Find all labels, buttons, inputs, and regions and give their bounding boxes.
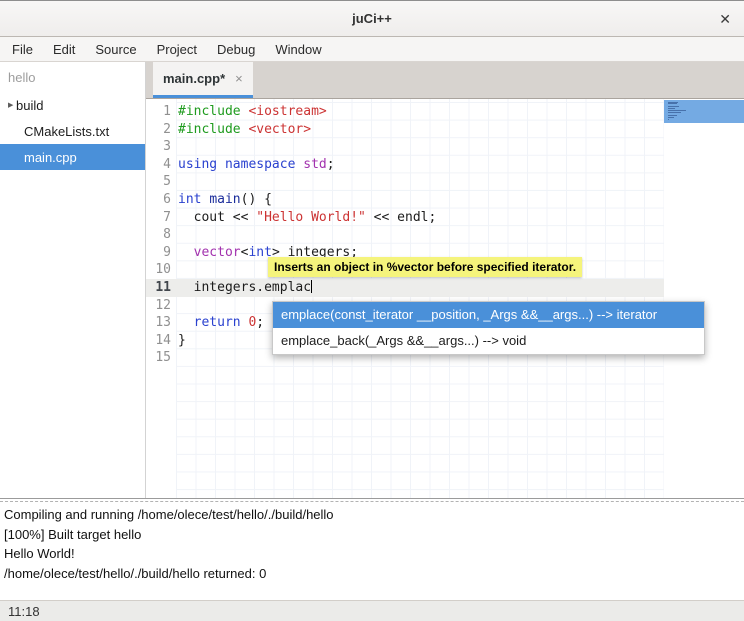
line-number: 9 [146, 244, 176, 262]
status-bar: 11:18 [0, 600, 744, 621]
main-area: hello ▶build CMakeLists.txt main.cpp main.… [0, 62, 744, 498]
code-token-string: "Hello World!" [256, 210, 366, 225]
code-token-plain [217, 157, 225, 172]
minimap-line [668, 103, 677, 104]
menu-item-debug[interactable]: Debug [207, 37, 265, 61]
menu-item-source[interactable]: Source [85, 37, 146, 61]
code-area[interactable]: #include <iostream>#include <vector>usin… [176, 99, 664, 498]
code-line[interactable]: integers.emplac [176, 279, 664, 297]
line-number: 10 [146, 261, 176, 279]
code-token-preproc: #include [178, 122, 241, 137]
tab-close-icon[interactable]: × [235, 71, 243, 86]
tree-item-cmakelists-txt[interactable]: CMakeLists.txt [0, 118, 145, 144]
code-token-string: <vector> [248, 122, 311, 137]
project-name: hello [0, 62, 145, 92]
titlebar[interactable]: juCi++ ✕ [0, 1, 744, 37]
line-number-gutter: 123456789101112131415 [146, 99, 176, 498]
completion-item-1[interactable]: emplace_back(_Args &&__args...) --> void [273, 328, 704, 354]
line-number: 8 [146, 226, 176, 244]
clock: 11:18 [8, 604, 40, 619]
code-token-plain [178, 315, 194, 330]
minimap-visible-region[interactable] [664, 100, 744, 123]
menu-item-project[interactable]: Project [147, 37, 207, 61]
code-token-func: main [209, 192, 240, 207]
code-line[interactable] [176, 173, 664, 191]
output-line: Hello World! [4, 544, 740, 564]
line-number: 7 [146, 209, 176, 227]
window-title: juCi++ [352, 11, 392, 26]
doc-tooltip: Inserts an object in %vector before spec… [268, 257, 582, 277]
output-line: Compiling and running /home/olece/test/h… [4, 505, 740, 525]
code-line[interactable] [176, 138, 664, 156]
code-token-kw: namespace [225, 157, 295, 172]
code-token-type: vector [194, 245, 241, 260]
file-tree: ▶build CMakeLists.txt main.cpp [0, 92, 145, 170]
code-token-plain: integers.emplac [178, 280, 311, 295]
tab-label: main.cpp* [163, 71, 225, 86]
file-tree-sidebar: hello ▶build CMakeLists.txt main.cpp [0, 62, 146, 498]
menu-item-window[interactable]: Window [265, 37, 331, 61]
completion-item-0[interactable]: emplace(const_iterator __position, _Args… [273, 302, 704, 328]
code-token-plain: << endl; [366, 210, 436, 225]
line-number: 6 [146, 191, 176, 209]
code-token-plain: } [178, 333, 186, 348]
minimap-line [668, 106, 679, 107]
output-line: /home/olece/test/hello/./build/hello ret… [4, 564, 740, 584]
line-number: 14 [146, 332, 176, 350]
minimap[interactable] [664, 99, 744, 498]
tab-main-cpp[interactable]: main.cpp* × [153, 62, 253, 98]
code-token-plain: cout << [178, 210, 256, 225]
expander-icon[interactable]: ▶ [0, 101, 16, 109]
line-number: 12 [146, 297, 176, 315]
line-number: 13 [146, 314, 176, 332]
code-token-plain [178, 245, 194, 260]
code-line[interactable]: #include <vector> [176, 121, 664, 139]
close-icon[interactable]: ✕ [719, 12, 731, 26]
menu-item-file[interactable]: File [2, 37, 43, 61]
output-panel[interactable]: Compiling and running /home/olece/test/h… [0, 502, 744, 600]
line-number: 4 [146, 156, 176, 174]
tree-item-main-cpp[interactable]: main.cpp [0, 144, 145, 170]
code-token-type: std [303, 157, 326, 172]
minimap-line [668, 110, 686, 111]
line-number: 1 [146, 103, 176, 121]
code-token-string: <iostream> [248, 104, 326, 119]
line-number: 3 [146, 138, 176, 156]
code-line[interactable]: cout << "Hello World!" << endl; [176, 209, 664, 227]
editor[interactable]: 123456789101112131415 #include <iostream… [146, 99, 744, 498]
menu-item-edit[interactable]: Edit [43, 37, 85, 61]
line-number: 11 [146, 279, 176, 297]
tree-item-build[interactable]: ▶build [0, 92, 145, 118]
code-line[interactable] [176, 226, 664, 244]
code-token-plain: () { [241, 192, 272, 207]
tree-item-label: CMakeLists.txt [24, 124, 109, 139]
code-token-kw: int [178, 192, 201, 207]
code-token-plain: ; [256, 315, 264, 330]
editor-pane: main.cpp* × 123456789101112131415 #inclu… [146, 62, 744, 498]
menu-bar: FileEditSourceProjectDebugWindow [0, 37, 744, 62]
completion-popup: emplace(const_iterator __position, _Args… [272, 301, 705, 355]
minimap-line [668, 119, 669, 120]
minimap-line [668, 117, 674, 118]
minimap-code-lines [668, 102, 740, 121]
app-window: juCi++ ✕ FileEditSourceProjectDebugWindo… [0, 0, 744, 621]
code-line[interactable]: int main() { [176, 191, 664, 209]
code-line[interactable]: #include <iostream> [176, 103, 664, 121]
code-token-preproc: #include [178, 104, 241, 119]
output-line: [100%] Built target hello [4, 525, 740, 545]
code-token-plain: ; [327, 157, 335, 172]
tab-bar: main.cpp* × [146, 62, 744, 99]
tree-item-label: build [16, 98, 43, 113]
tree-item-label: main.cpp [24, 150, 77, 165]
line-number: 2 [146, 121, 176, 139]
minimap-line [668, 115, 677, 116]
code-line[interactable]: using namespace std; [176, 156, 664, 174]
text-cursor [311, 280, 312, 293]
minimap-line [668, 112, 681, 113]
code-token-kw: using [178, 157, 217, 172]
line-number: 5 [146, 173, 176, 191]
line-number: 15 [146, 349, 176, 367]
code-token-kw: return [194, 315, 241, 330]
